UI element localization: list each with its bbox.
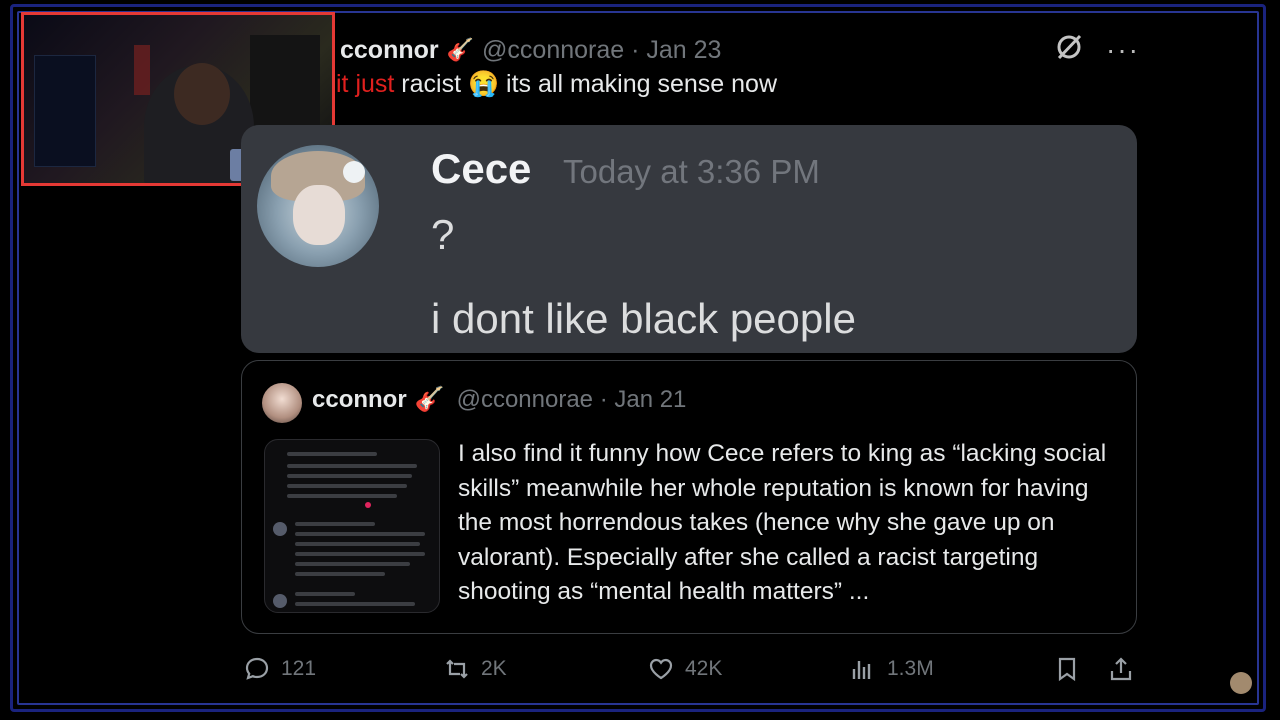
tweet-text-highlight: it just [336, 70, 395, 98]
heart-icon [649, 658, 673, 680]
thumb-avatar [273, 594, 287, 608]
reply-button[interactable]: 121 [243, 655, 316, 683]
webcam-light [134, 45, 150, 95]
avatar[interactable] [262, 383, 302, 423]
quoted-tweet-header: cconnor 🎸 @cconnorae · Jan 21 [312, 385, 686, 414]
repost-button[interactable]: 2K [443, 655, 507, 683]
discord-avatar [257, 145, 379, 267]
thumb-line [295, 522, 375, 526]
quoted-handle-date: @cconnorae · Jan 21 [456, 385, 687, 413]
quoted-tweet-text: I also find it funny how Cece refers to … [458, 440, 1107, 605]
thumb-line [295, 542, 420, 546]
tweet-header: cconnor 🎸 @cconnorae · Jan 23 [340, 30, 721, 70]
avatar-face [293, 185, 345, 245]
webcam-head [174, 63, 230, 125]
discord-screenshot[interactable]: Cece Today at 3:36 PM ? i dont like blac… [241, 125, 1137, 353]
thumb-line [295, 552, 425, 556]
thumb-avatar [273, 522, 287, 536]
bookmark-button[interactable] [1053, 655, 1081, 683]
share-button[interactable] [1107, 655, 1135, 683]
thumb-line [287, 474, 412, 478]
repost-icon [446, 659, 468, 679]
tweet-text: it just racist 😭 its all making sense no… [336, 70, 777, 99]
views-icon [852, 661, 871, 679]
share-icon [1110, 657, 1132, 681]
thumb-line [295, 572, 385, 576]
guitar-emoji-icon: 🎸 [414, 386, 445, 413]
thumb-line [287, 484, 407, 488]
discord-message: i dont like black people [431, 295, 856, 342]
like-count: 42K [685, 657, 723, 680]
more-icon[interactable]: ··· [1106, 34, 1140, 66]
discord-username: Cece [431, 145, 532, 192]
like-button[interactable]: 42K [647, 655, 722, 683]
thumb-line [287, 494, 397, 498]
discord-timestamp: Today at 3:36 PM [563, 153, 820, 190]
thumb-line [287, 464, 417, 468]
grok-icon[interactable] [1054, 32, 1084, 67]
thumb-line [287, 452, 377, 456]
views-button[interactable]: 1.3M [849, 655, 934, 683]
avatar-flower [343, 161, 365, 183]
repost-count: 2K [481, 657, 507, 680]
thumb-line [295, 592, 355, 596]
corner-emote-icon [1230, 672, 1252, 694]
quoted-tweet[interactable]: cconnor 🎸 @cconnorae · Jan 21 I also fin… [241, 360, 1137, 634]
tweet-actions: 121 2K 42K 1.3M [243, 655, 1137, 695]
thumb-heart [365, 502, 371, 508]
tweet-text-rest: racist 😭 its all making sense now [394, 70, 778, 98]
thumb-line [295, 532, 425, 536]
tweet-header-icons: ··· [1054, 32, 1140, 67]
author-name[interactable]: cconnor [340, 36, 439, 65]
thumb-line [295, 602, 415, 606]
quoted-tweet-image[interactable] [264, 439, 440, 613]
author-handle-date[interactable]: @cconnorae · Jan 23 [482, 36, 721, 65]
bookmark-icon [1058, 657, 1076, 682]
thumb-line [295, 562, 410, 566]
reply-icon [245, 657, 269, 680]
views-count: 1.3M [887, 657, 934, 680]
reply-count: 121 [281, 657, 317, 680]
discord-message: ? [431, 211, 455, 258]
webcam-shelf [34, 55, 96, 167]
guitar-emoji-icon: 🎸 [446, 37, 475, 62]
quoted-author-name: cconnor [312, 385, 407, 413]
